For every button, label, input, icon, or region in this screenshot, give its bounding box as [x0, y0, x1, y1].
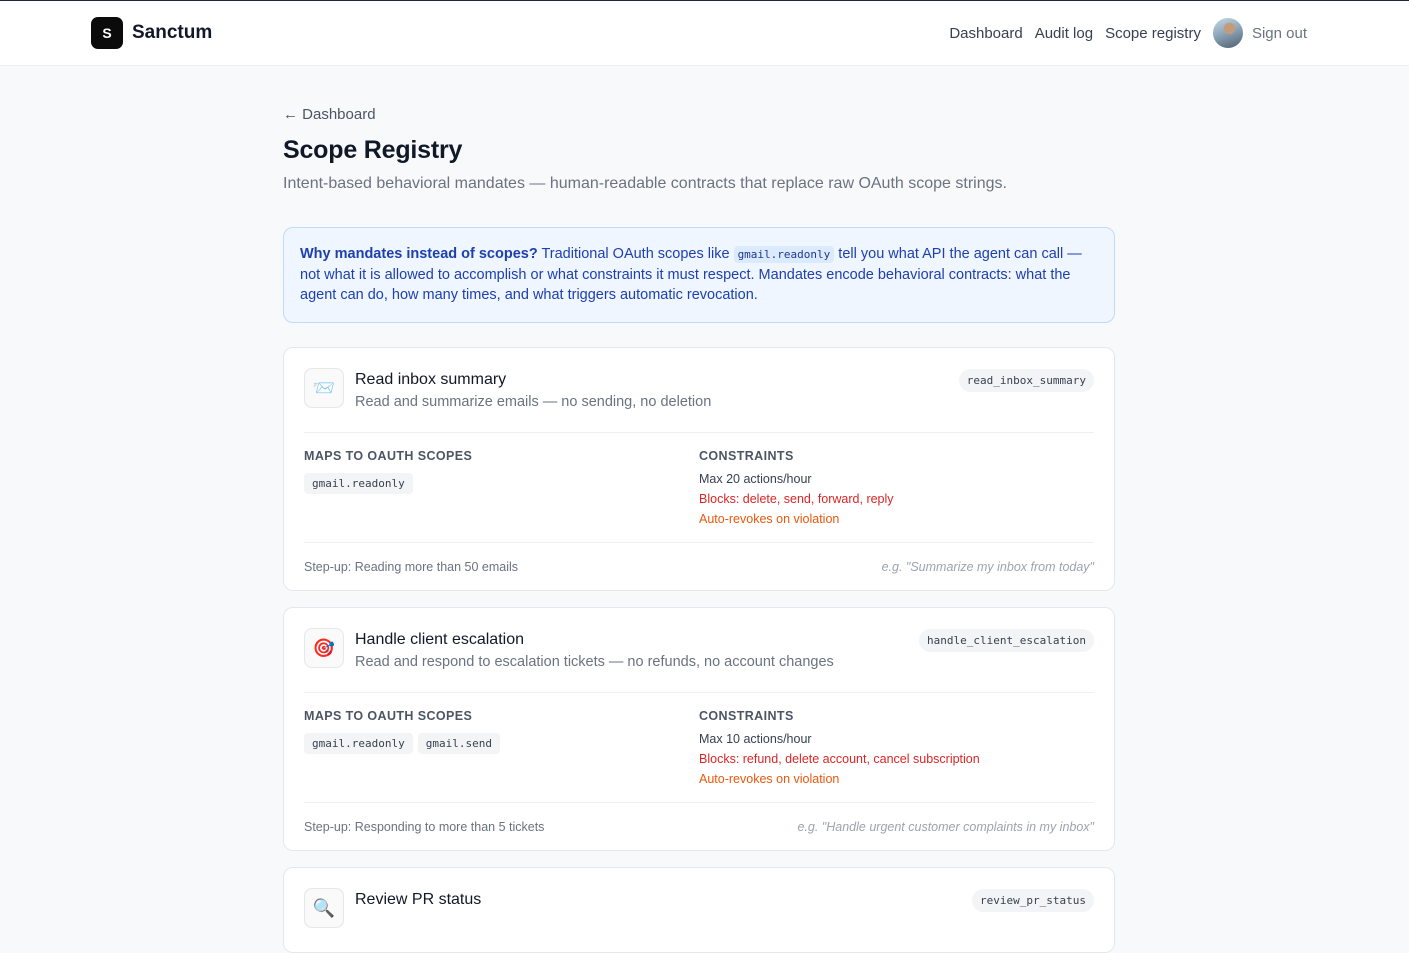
step-up-text: Step-up: Reading more than 50 emails [304, 559, 519, 574]
info-callout: Why mandates instead of scopes? Traditio… [283, 227, 1115, 323]
constraints-section: CONSTRAINTS Max 20 actions/hour Blocks: … [699, 449, 1094, 542]
constraints-label: CONSTRAINTS [699, 709, 794, 723]
auto-revoke-text: Auto-revokes on violation [699, 512, 840, 526]
mandate-title: Read inbox summary [355, 371, 507, 388]
oauth-scopes-label: MAPS TO OAUTH SCOPES [304, 709, 473, 723]
example-prompt: e.g. "Summarize my inbox from today" [881, 559, 1094, 574]
blocked-actions-text: Blocks: delete, send, forward, reply [699, 492, 894, 506]
oauth-scopes-label: MAPS TO OAUTH SCOPES [304, 449, 473, 463]
main-nav: Dashboard Audit log Scope registry Sign … [937, 18, 1307, 48]
mandate-slug-badge: handle_client_escalation [919, 629, 1094, 652]
rate-limit-text: Max 10 actions/hour [699, 732, 812, 746]
mandate-card: 🔍 Review PR status review_pr_status [283, 867, 1115, 953]
nav-audit-log[interactable]: Audit log [1035, 25, 1093, 42]
info-callout-lead: Why mandates instead of scopes? [300, 246, 538, 262]
incoming-envelope-icon: 📨 [304, 368, 344, 408]
constraints-label: CONSTRAINTS [699, 449, 794, 463]
mandate-description: Read and summarize emails — no sending, … [355, 394, 712, 410]
step-up-text: Step-up: Responding to more than 5 ticke… [304, 819, 545, 834]
oauth-scopes-section: MAPS TO OAUTH SCOPES gmail.readonly [304, 449, 699, 542]
scope-chip: gmail.readonly [304, 733, 413, 754]
blocked-actions-text: Blocks: refund, delete account, cancel s… [699, 752, 980, 766]
main-content: ← Dashboard Scope Registry Intent-based … [283, 106, 1115, 953]
rate-limit-text: Max 20 actions/hour [699, 472, 812, 486]
constraints-section: CONSTRAINTS Max 10 actions/hour Blocks: … [699, 709, 1094, 802]
sign-out-link[interactable]: Sign out [1252, 25, 1307, 42]
mandate-card: 🎯 Handle client escalation Read and resp… [283, 607, 1115, 851]
auto-revoke-text: Auto-revokes on violation [699, 772, 840, 786]
target-icon: 🎯 [304, 628, 344, 668]
nav-scope-registry[interactable]: Scope registry [1105, 25, 1201, 42]
mandate-slug-badge: read_inbox_summary [958, 369, 1094, 392]
mandate-card: 📨 Read inbox summary Read and summarize … [283, 347, 1115, 591]
user-avatar[interactable] [1212, 18, 1243, 48]
page-subtitle: Intent-based behavioral mandates — human… [283, 175, 1007, 192]
magnifying-glass-icon: 🔍 [304, 888, 344, 928]
mandate-title: Handle client escalation [355, 631, 524, 648]
mandate-description: Read and respond to escalation tickets —… [355, 654, 834, 670]
info-inline-code: gmail.readonly [733, 246, 835, 263]
nav-dashboard[interactable]: Dashboard [949, 25, 1022, 42]
page-title: Scope Registry [283, 136, 463, 164]
top-navbar: S Sanctum Dashboard Audit log Scope regi… [0, 0, 1409, 66]
brand-logo-icon: S [91, 17, 123, 49]
brand-name: Sanctum [132, 22, 213, 43]
brand[interactable]: S Sanctum [91, 17, 212, 49]
mandate-slug-badge: review_pr_status [972, 889, 1094, 912]
oauth-scopes-section: MAPS TO OAUTH SCOPES gmail.readonly gmai… [304, 709, 699, 802]
scope-chip: gmail.readonly [304, 473, 413, 494]
info-callout-text-1: Traditional OAuth scopes like [537, 246, 734, 262]
scope-chip: gmail.send [417, 733, 500, 754]
mandate-title: Review PR status [355, 891, 482, 908]
example-prompt: e.g. "Handle urgent customer complaints … [797, 819, 1094, 834]
back-to-dashboard-link[interactable]: ← Dashboard [283, 106, 376, 123]
